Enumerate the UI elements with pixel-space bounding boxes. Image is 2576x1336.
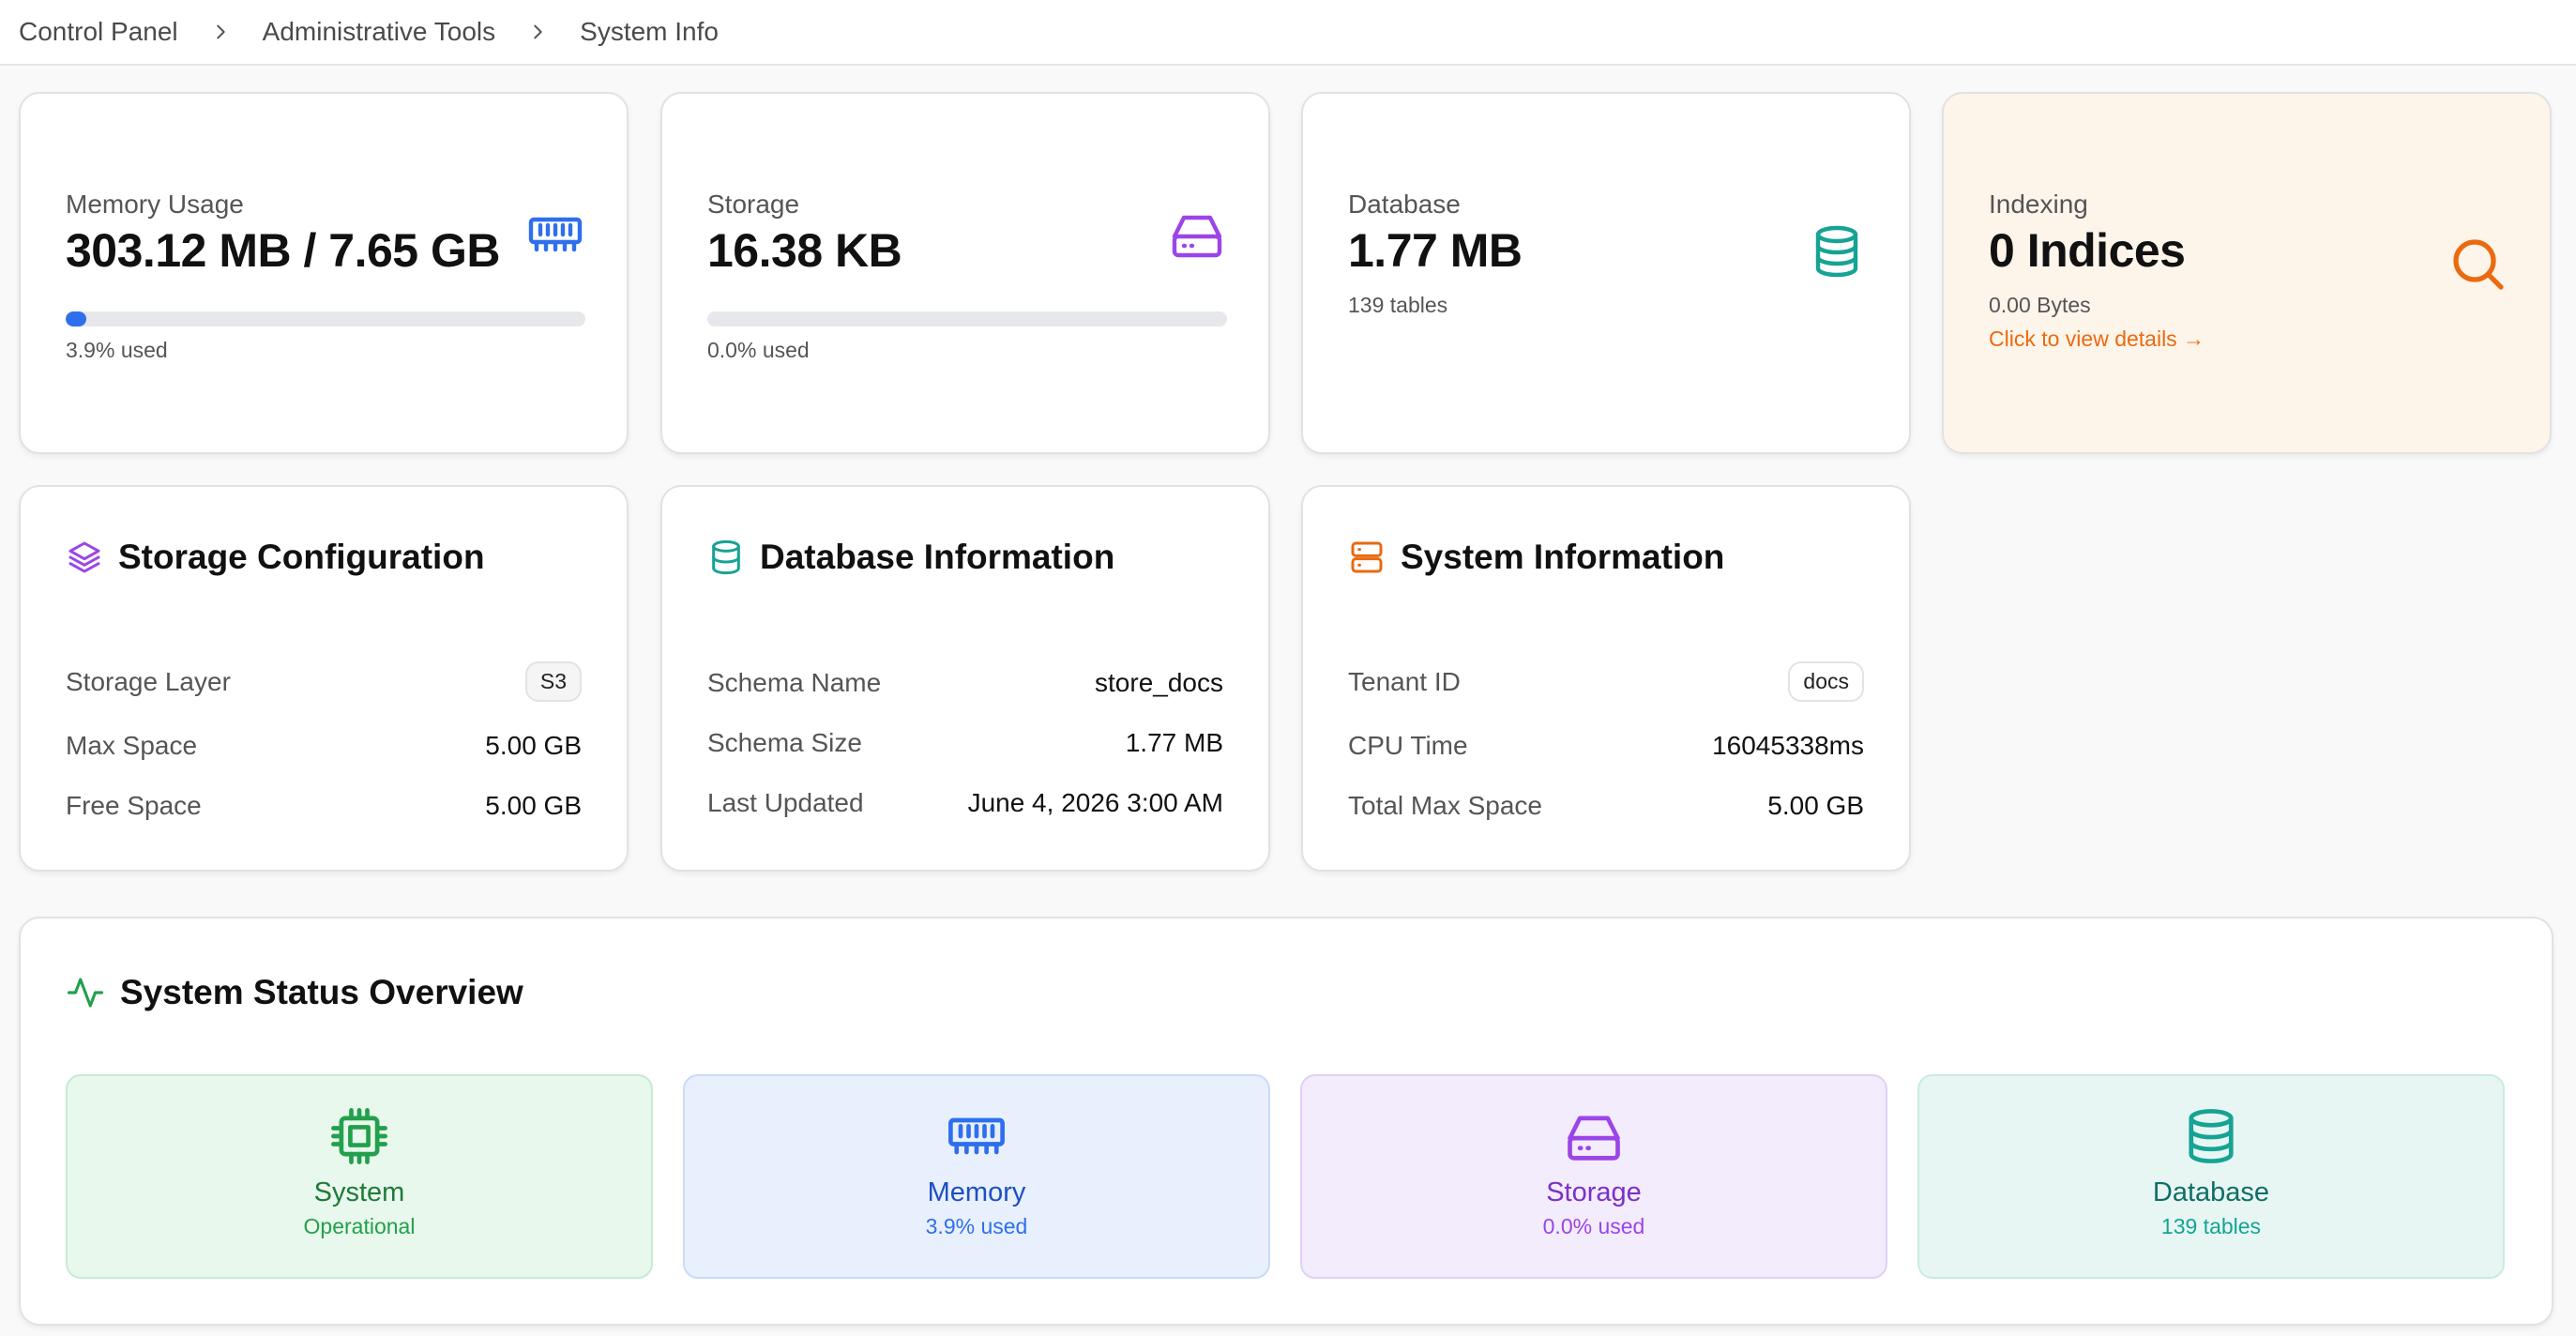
layers-icon xyxy=(68,541,100,573)
total-max-space-key: Total Max Space xyxy=(1348,791,1542,820)
cpu-icon xyxy=(331,1108,387,1164)
schema-name-row: Schema Name store_docs xyxy=(707,668,1223,698)
database-icon xyxy=(1815,225,1858,278)
memory-usage-card: Memory Usage 303.12 MB / 7.65 GB 3.9% us… xyxy=(19,92,629,454)
last-updated-key: Last Updated xyxy=(707,788,864,817)
storage-configuration-title: Storage Configuration xyxy=(118,538,485,576)
system-information-heading: System Information xyxy=(1348,538,1724,577)
schema-size-value: 1.77 MB xyxy=(1125,728,1223,757)
cpu-time-value: 16045338ms xyxy=(1712,731,1864,760)
status-tile-note: 0.0% used xyxy=(1542,1214,1645,1238)
total-max-space-row: Total Max Space 5.00 GB xyxy=(1348,791,1864,821)
max-space-key: Max Space xyxy=(66,731,198,760)
indexing-card[interactable]: Indexing 0 Indices 0.00 Bytes Click to v… xyxy=(1942,92,2552,454)
status-tile-note: Operational xyxy=(303,1214,416,1238)
storage-label: Storage xyxy=(707,190,800,219)
tenant-id-row: Tenant ID docs xyxy=(1348,661,1864,702)
status-tile-note: 139 tables xyxy=(2160,1214,2262,1238)
database-icon xyxy=(712,539,740,575)
storage-progress-bar xyxy=(707,311,1227,326)
system-status-overview-heading: System Status Overview xyxy=(66,973,523,1012)
server-icon xyxy=(1351,541,1383,573)
storage-card: Storage 16.38 KB 0.0% used xyxy=(660,92,1270,454)
status-tile-name: Memory xyxy=(927,1177,1026,1207)
storage-value: 16.38 KB xyxy=(707,224,902,277)
cpu-time-key: CPU Time xyxy=(1348,731,1468,760)
tenant-id-badge: docs xyxy=(1788,661,1864,702)
max-space-row: Max Space 5.00 GB xyxy=(66,731,582,761)
storage-configuration-heading: Storage Configuration xyxy=(66,538,485,577)
storage-configuration-card: Storage Configuration Storage Layer S3 M… xyxy=(19,485,629,872)
free-space-row: Free Space 5.00 GB xyxy=(66,791,582,821)
breadcrumb-administrative-tools[interactable]: Administrative Tools xyxy=(263,17,495,47)
cpu-time-row: CPU Time 16045338ms xyxy=(1348,731,1864,761)
status-tile-system: System Operational xyxy=(66,1074,653,1279)
status-tile-memory: Memory 3.9% used xyxy=(683,1074,1270,1279)
free-space-value: 5.00 GB xyxy=(485,791,582,820)
schema-name-key: Schema Name xyxy=(707,668,882,697)
storage-layer-row: Storage Layer S3 xyxy=(66,661,582,702)
last-updated-row: Last Updated June 4, 2026 3:00 AM xyxy=(707,788,1223,818)
storage-layer-key: Storage Layer xyxy=(66,666,231,696)
status-tile-name: Database xyxy=(2152,1177,2270,1207)
memory-progress-fill xyxy=(66,311,86,326)
status-tile-name: Storage xyxy=(1546,1177,1642,1207)
memory-used-note: 3.9% used xyxy=(66,338,168,362)
max-space-value: 5.00 GB xyxy=(485,731,582,760)
memory-usage-value: 303.12 MB / 7.65 GB xyxy=(66,224,500,277)
memory-progress-bar xyxy=(66,311,585,326)
status-tile-database: Database 139 tables xyxy=(1917,1074,2505,1279)
breadcrumb: Control Panel Administrative Tools Syste… xyxy=(0,0,2576,66)
status-tile-note: 3.9% used xyxy=(925,1214,1028,1238)
last-updated-value: June 4, 2026 3:00 AM xyxy=(967,788,1223,817)
database-value: 1.77 MB xyxy=(1348,224,1523,277)
free-space-key: Free Space xyxy=(66,791,202,820)
status-tile-storage: Storage 0.0% used xyxy=(1300,1074,1887,1279)
schema-size-key: Schema Size xyxy=(707,728,862,757)
memory-usage-label: Memory Usage xyxy=(66,190,244,219)
system-information-card: System Information Tenant ID docs CPU Ti… xyxy=(1301,485,1911,872)
search-icon xyxy=(2453,239,2504,290)
activity-icon xyxy=(67,978,104,1008)
storage-used-note: 0.0% used xyxy=(707,338,810,362)
hard-drive-icon xyxy=(1172,215,1222,258)
database-information-card: Database Information Schema Name store_d… xyxy=(660,485,1270,872)
memory-icon xyxy=(528,217,583,252)
indexing-value: 0 Indices xyxy=(1989,224,2186,277)
hard-drive-icon xyxy=(1568,1116,1620,1161)
database-card: Database 1.77 MB 139 tables xyxy=(1301,92,1911,454)
chevron-right-icon xyxy=(210,22,231,42)
status-tile-name: System xyxy=(313,1177,405,1207)
system-status-overview-card: System Status Overview System Operationa… xyxy=(19,917,2553,1326)
chevron-right-icon xyxy=(527,22,548,42)
schema-name-value: store_docs xyxy=(1095,668,1223,697)
system-status-overview-title: System Status Overview xyxy=(120,973,523,1011)
breadcrumb-control-panel[interactable]: Control Panel xyxy=(19,17,178,47)
indexing-size: 0.00 Bytes xyxy=(1989,293,2091,317)
memory-icon xyxy=(948,1117,1005,1155)
view-details-link[interactable]: Click to view details → xyxy=(1989,326,2205,352)
breadcrumb-system-info: System Info xyxy=(580,17,719,46)
storage-layer-badge: S3 xyxy=(524,661,582,702)
database-information-title: Database Information xyxy=(760,538,1115,576)
database-icon xyxy=(2189,1109,2234,1163)
system-information-title: System Information xyxy=(1401,538,1725,576)
total-max-space-value: 5.00 GB xyxy=(1767,791,1864,820)
indexing-label: Indexing xyxy=(1989,190,2088,219)
database-table-count: 139 tables xyxy=(1348,293,1448,317)
database-information-heading: Database Information xyxy=(707,538,1114,577)
schema-size-row: Schema Size 1.77 MB xyxy=(707,728,1223,758)
database-label: Database xyxy=(1348,190,1461,219)
tenant-id-key: Tenant ID xyxy=(1348,666,1461,696)
